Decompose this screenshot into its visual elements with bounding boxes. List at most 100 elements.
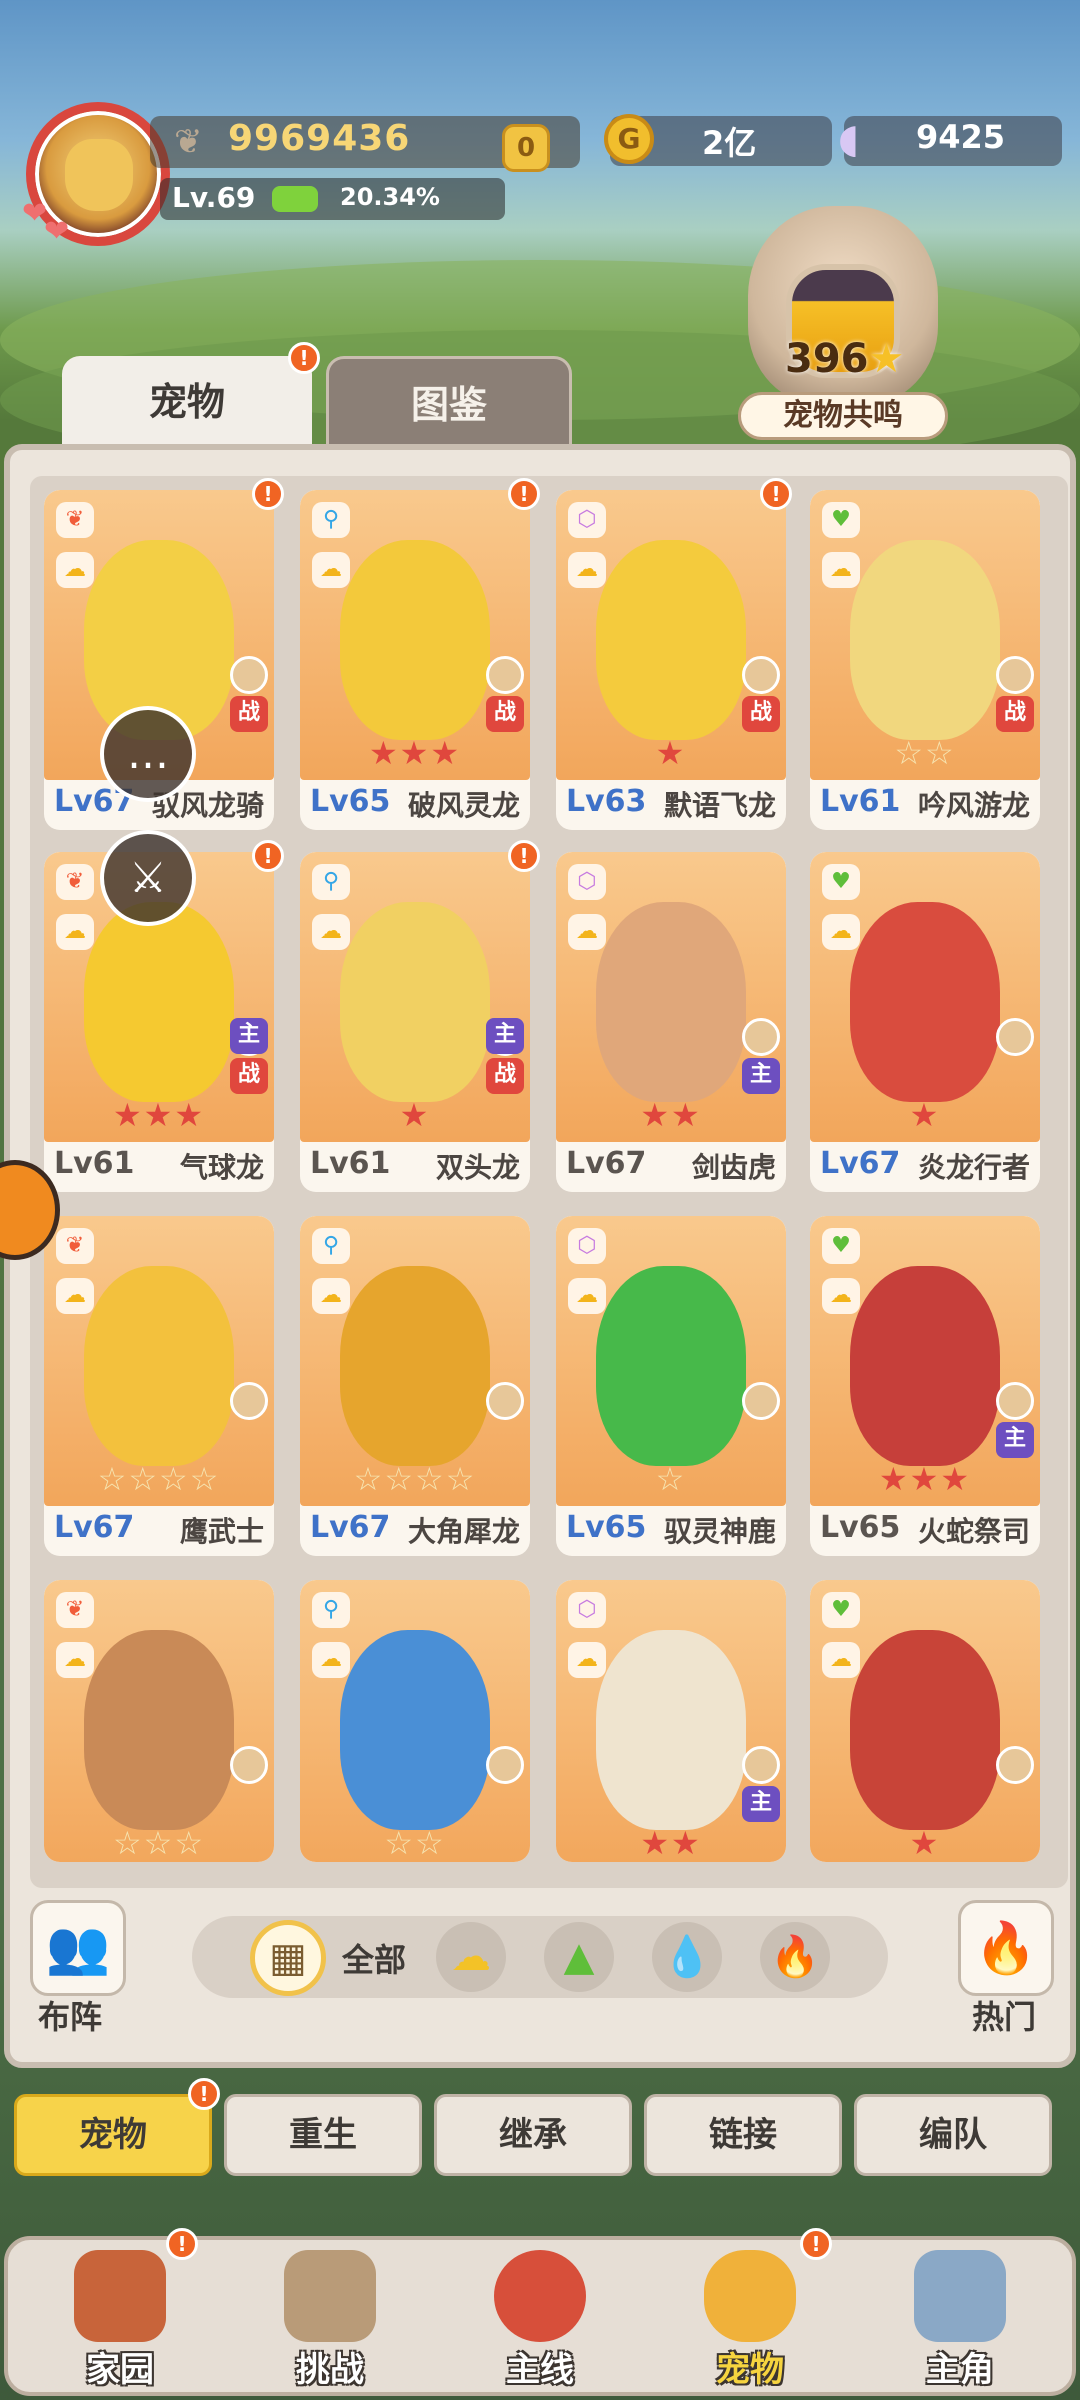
action-inherit[interactable]: 继承 (434, 2094, 632, 2176)
pet-card[interactable]: ❦ ☁ ☆☆☆☆ Lv67 鹰武士 (44, 1216, 274, 1556)
pet-card[interactable]: ⬡ ☁ ★★ 主 (556, 1580, 786, 1862)
pet-card[interactable]: ❦ ☁ ☆☆☆ (44, 1580, 274, 1862)
pet-stars: ☆☆☆☆ (97, 1460, 221, 1498)
alert-badge-icon: ! (252, 478, 284, 510)
pet-card[interactable]: ♥ ☁ ★ Lv67 炎龙行者 (810, 852, 1040, 1192)
element-icon: ⬡ (568, 502, 606, 538)
pet-name: 气球龙 (179, 1151, 264, 1184)
exp-percent: 20.34% (340, 183, 440, 211)
pet-stars: ☆☆ (384, 1824, 446, 1862)
type-icon: ☁ (822, 1642, 860, 1678)
nav-main-quest[interactable]: 主线 (470, 2238, 610, 2398)
pet-card[interactable]: ⚲ ☁ ☆☆☆☆ Lv67 大角犀龙 (300, 1216, 530, 1556)
alert-badge-icon: ! (760, 478, 792, 510)
pet-card[interactable]: ⬡ ☁ ★ 战 Lv63 默语飞龙 (556, 490, 786, 830)
pet-portrait (340, 902, 490, 1102)
filter-all-label[interactable]: 全部 (342, 1935, 406, 1981)
team-formation-button[interactable]: 👥 (30, 1900, 126, 1996)
type-icon: ☁ (56, 552, 94, 588)
alert-badge-icon: ! (800, 2228, 832, 2260)
chat-bubble-icon[interactable]: … (100, 706, 196, 802)
type-icon: ☁ (822, 1278, 860, 1314)
element-icon: ❦ (56, 864, 94, 900)
hot-sort-button[interactable]: 🔥 (958, 1900, 1054, 1996)
pet-level: Lv67 (566, 1146, 647, 1181)
pet-portrait (84, 1266, 234, 1466)
pet-portrait (850, 1630, 1000, 1830)
filter-all-icon[interactable]: ▦ (250, 1920, 326, 1996)
shell-value: 9425 (916, 118, 1006, 156)
action-link[interactable]: 链接 (644, 2094, 842, 2176)
pet-portrait (596, 902, 746, 1102)
rank-shield-icon[interactable]: 0 (502, 124, 550, 172)
battle-tag: 战 (742, 696, 780, 732)
hero-icon (914, 2250, 1006, 2342)
element-icon: ♥ (822, 1592, 860, 1628)
nav-hero[interactable]: 主角 (890, 2238, 1030, 2398)
nav-home[interactable]: 家园 (50, 2238, 190, 2398)
trainer-portrait-icon (486, 656, 524, 694)
pet-level: Lv67 (54, 1510, 135, 1545)
pet-level: Lv65 (566, 1510, 647, 1545)
pet-card[interactable]: ♥ ☁ ☆☆ 战 Lv61 吟风游龙 (810, 490, 1040, 830)
action-formation[interactable]: 编队 (854, 2094, 1052, 2176)
pet-stars: ☆☆☆ (112, 1824, 206, 1862)
filter-water-icon[interactable]: 💧 (652, 1922, 722, 1992)
battle-tag: 战 (230, 1058, 268, 1094)
pet-card[interactable]: ⚲ ☁ ☆☆ (300, 1580, 530, 1862)
pet-card[interactable]: ♥ ☁ ★★★ 主 Lv65 火蛇祭司 (810, 1216, 1040, 1556)
pet-stars: ☆☆☆☆ (353, 1460, 477, 1498)
pet-portrait (84, 902, 234, 1102)
trainer-portrait-icon (230, 1746, 268, 1784)
action-rebirth[interactable]: 重生 (224, 2094, 422, 2176)
alert-badge-icon: ! (288, 342, 320, 374)
alert-badge-icon: ! (188, 2078, 220, 2110)
type-icon: ☁ (568, 914, 606, 950)
nav-pets[interactable]: 宠物 (680, 2238, 820, 2398)
main-tag: 主 (742, 1786, 780, 1822)
type-icon: ☁ (312, 914, 350, 950)
pet-card[interactable]: ⚲ ☁ ★★★ 战 Lv65 破风灵龙 (300, 490, 530, 830)
pet-card[interactable]: ♥ ☁ ★ (810, 1580, 1040, 1862)
player-power: 9969436 (228, 118, 411, 159)
tab-pets[interactable]: 宠物 (62, 356, 312, 452)
battle-swords-icon[interactable]: ⚔ (100, 830, 196, 926)
element-icon: ⬡ (568, 864, 606, 900)
pet-stars: ★★ (640, 1096, 702, 1134)
action-pets[interactable]: 宠物 (14, 2094, 212, 2176)
filter-earth-icon[interactable]: ▲ (544, 1922, 614, 1992)
pet-stars: ★★★ (878, 1460, 972, 1498)
type-icon: ☁ (822, 914, 860, 950)
main-quest-icon (494, 2250, 586, 2342)
pet-card[interactable]: ⚲ ☁ ★ 主战 Lv61 双头龙 (300, 852, 530, 1192)
trainer-portrait-icon (230, 656, 268, 694)
filter-wind-icon[interactable]: ☁ (436, 1922, 506, 1992)
main-tag: 主 (230, 1018, 268, 1054)
element-icon: ♥ (822, 864, 860, 900)
type-icon: ☁ (56, 1642, 94, 1678)
pet-level: Lv63 (566, 784, 647, 819)
main-tag: 主 (742, 1058, 780, 1094)
pet-level: Lv67 (310, 1510, 391, 1545)
element-icon: ❦ (56, 1228, 94, 1264)
type-icon: ☁ (56, 1278, 94, 1314)
battle-tag: 战 (996, 696, 1034, 732)
pet-name: 双头龙 (435, 1151, 520, 1184)
meat-icon (74, 2250, 166, 2342)
tab-atlas[interactable]: 图鉴 (326, 356, 572, 452)
pet-level: Lv67 (820, 1146, 901, 1181)
element-icon: ♥ (822, 1228, 860, 1264)
battle-tag: 战 (230, 696, 268, 732)
pet-level: Lv65 (820, 1510, 901, 1545)
trainer-portrait-icon (742, 1018, 780, 1056)
nav-challenge[interactable]: 挑战 (260, 2238, 400, 2398)
pet-name: 吟风游龙 (917, 789, 1030, 822)
trainer-portrait-icon (742, 1746, 780, 1784)
pet-name: 大角犀龙 (407, 1515, 520, 1548)
element-icon: ⬡ (568, 1592, 606, 1628)
pet-card[interactable]: ⬡ ☁ ☆ Lv65 驭灵神鹿 (556, 1216, 786, 1556)
filter-fire-icon[interactable]: 🔥 (760, 1922, 830, 1992)
element-icon: ⚲ (312, 864, 350, 900)
pet-card[interactable]: ⬡ ☁ ★★ 主 Lv67 剑齿虎 (556, 852, 786, 1192)
type-icon: ☁ (312, 1278, 350, 1314)
